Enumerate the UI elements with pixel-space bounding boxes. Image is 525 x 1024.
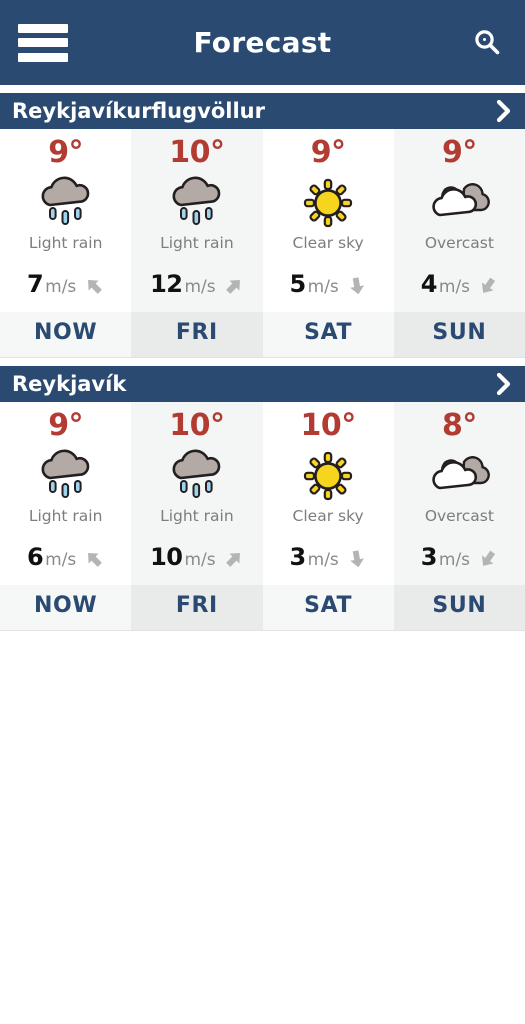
wind-readout: 7 m/s: [27, 254, 104, 312]
card-divider: [0, 629, 525, 631]
wind-readout: 6 m/s: [27, 527, 104, 585]
overcast-icon: [426, 170, 492, 236]
arrow-down-left-icon: [478, 549, 498, 569]
location-name: Reykjavíkurflugvöllur: [12, 99, 265, 123]
forecast-column[interactable]: 9° Light rain 6 m/s: [0, 401, 132, 585]
forecast-card-list: Reykjavíkurflugvöllur 9° Light rain 7 m/…: [0, 93, 525, 631]
temperature: 9°: [310, 135, 346, 170]
day-label[interactable]: NOW: [0, 311, 132, 357]
wind-speed: 12: [150, 269, 183, 298]
forecast-column[interactable]: 9° Light rain 7 m/s: [0, 129, 132, 312]
temperature: 9°: [48, 407, 84, 443]
condition-label: Clear sky: [292, 234, 364, 253]
condition-label: Light rain: [160, 507, 234, 526]
appbar-spacer: [0, 85, 525, 93]
condition-label: Overcast: [424, 234, 494, 253]
clear-sky-icon: [299, 170, 357, 236]
day-label[interactable]: SAT: [262, 584, 394, 630]
clear-sky-icon: [299, 443, 357, 509]
arrow-up-left-icon: [84, 549, 104, 569]
wind-speed: 5: [289, 269, 306, 298]
wind-readout: 4 m/s: [421, 254, 498, 312]
day-label[interactable]: SUN: [393, 311, 525, 357]
day-label[interactable]: NOW: [0, 584, 132, 630]
wind-speed: 3: [420, 542, 438, 571]
wind-unit: m/s: [438, 276, 471, 297]
forecast-card-header[interactable]: Reykjavíkurflugvöllur: [0, 93, 525, 129]
chevron-right-icon[interactable]: [493, 371, 515, 397]
light-rain-icon: [35, 170, 97, 236]
temperature: 8°: [441, 407, 477, 443]
wind-speed: 7: [26, 269, 44, 298]
day-label[interactable]: FRI: [131, 311, 263, 357]
hamburger-menu-icon[interactable]: [18, 23, 68, 62]
forecast-card: Reykjavík 9° Light rain 6 m/s 10° Light …: [0, 365, 525, 631]
arrow-down-icon: [347, 276, 367, 296]
wind-unit: m/s: [438, 549, 471, 570]
wind-speed: 6: [26, 542, 44, 571]
forecast-column[interactable]: 9° Clear sky 5 m/s: [262, 129, 394, 312]
forecast-column[interactable]: 10° Light rain 12 m/s: [131, 129, 263, 312]
light-rain-icon: [35, 443, 97, 509]
temperature: 9°: [48, 135, 84, 170]
wind-unit: m/s: [45, 276, 77, 297]
wind-readout: 12 m/s: [150, 254, 244, 312]
forecast-columns: 9° Light rain 6 m/s 10° Light rain 10 m/…: [0, 401, 525, 585]
wind-unit: m/s: [184, 549, 216, 570]
wind-readout: 10 m/s: [150, 527, 244, 585]
forecast-column[interactable]: 8° Overcast 3 m/s: [393, 401, 525, 585]
chevron-right-icon[interactable]: [493, 98, 515, 124]
day-label[interactable]: SUN: [393, 584, 525, 630]
forecast-columns: 9° Light rain 7 m/s 10° Light rain 12 m/…: [0, 129, 525, 312]
forecast-column[interactable]: 10° Clear sky 3 m/s: [262, 401, 394, 585]
temperature: 9°: [441, 135, 477, 170]
app-bar: Forecast: [0, 0, 525, 85]
hamburger-bar: [18, 23, 68, 33]
wind-unit: m/s: [184, 276, 216, 297]
light-rain-icon: [166, 443, 228, 509]
forecast-card-header[interactable]: Reykjavík: [0, 365, 525, 402]
condition-label: Light rain: [28, 234, 103, 253]
condition-label: Clear sky: [292, 507, 364, 526]
wind-speed: 10: [150, 542, 183, 571]
wind-speed: 4: [420, 269, 438, 298]
forecast-column[interactable]: 9° Overcast 4 m/s: [393, 129, 525, 312]
overcast-icon: [426, 443, 492, 509]
arrow-down-icon: [347, 549, 367, 569]
search-icon[interactable]: [463, 19, 511, 67]
arrow-down-left-icon: [478, 276, 498, 296]
hamburger-bar: [18, 38, 68, 47]
wind-unit: m/s: [307, 549, 339, 570]
temperature: 10°: [300, 407, 357, 443]
day-strip: NOW FRI SAT SUN: [0, 311, 525, 357]
wind-unit: m/s: [45, 549, 77, 570]
arrow-up-left-icon: [84, 276, 104, 296]
condition-label: Light rain: [160, 234, 234, 253]
temperature: 10°: [169, 135, 225, 170]
day-label[interactable]: SAT: [262, 311, 394, 357]
condition-label: Light rain: [28, 507, 103, 526]
day-strip: NOW FRI SAT SUN: [0, 584, 525, 630]
day-label[interactable]: FRI: [131, 584, 263, 630]
arrow-up-right-icon: [224, 276, 244, 296]
wind-readout: 5 m/s: [289, 254, 366, 312]
page-title: Forecast: [193, 26, 332, 59]
light-rain-icon: [166, 170, 228, 236]
hamburger-bar: [18, 52, 68, 62]
arrow-up-right-icon: [224, 549, 244, 569]
location-name: Reykjavík: [12, 371, 127, 396]
temperature: 10°: [169, 407, 225, 443]
condition-label: Overcast: [424, 507, 494, 526]
wind-readout: 3 m/s: [289, 527, 366, 585]
forecast-card: Reykjavíkurflugvöllur 9° Light rain 7 m/…: [0, 93, 525, 358]
wind-speed: 3: [289, 542, 306, 571]
wind-readout: 3 m/s: [421, 527, 498, 585]
wind-unit: m/s: [307, 276, 339, 297]
forecast-column[interactable]: 10° Light rain 10 m/s: [131, 401, 263, 585]
card-spacer: [0, 357, 525, 366]
